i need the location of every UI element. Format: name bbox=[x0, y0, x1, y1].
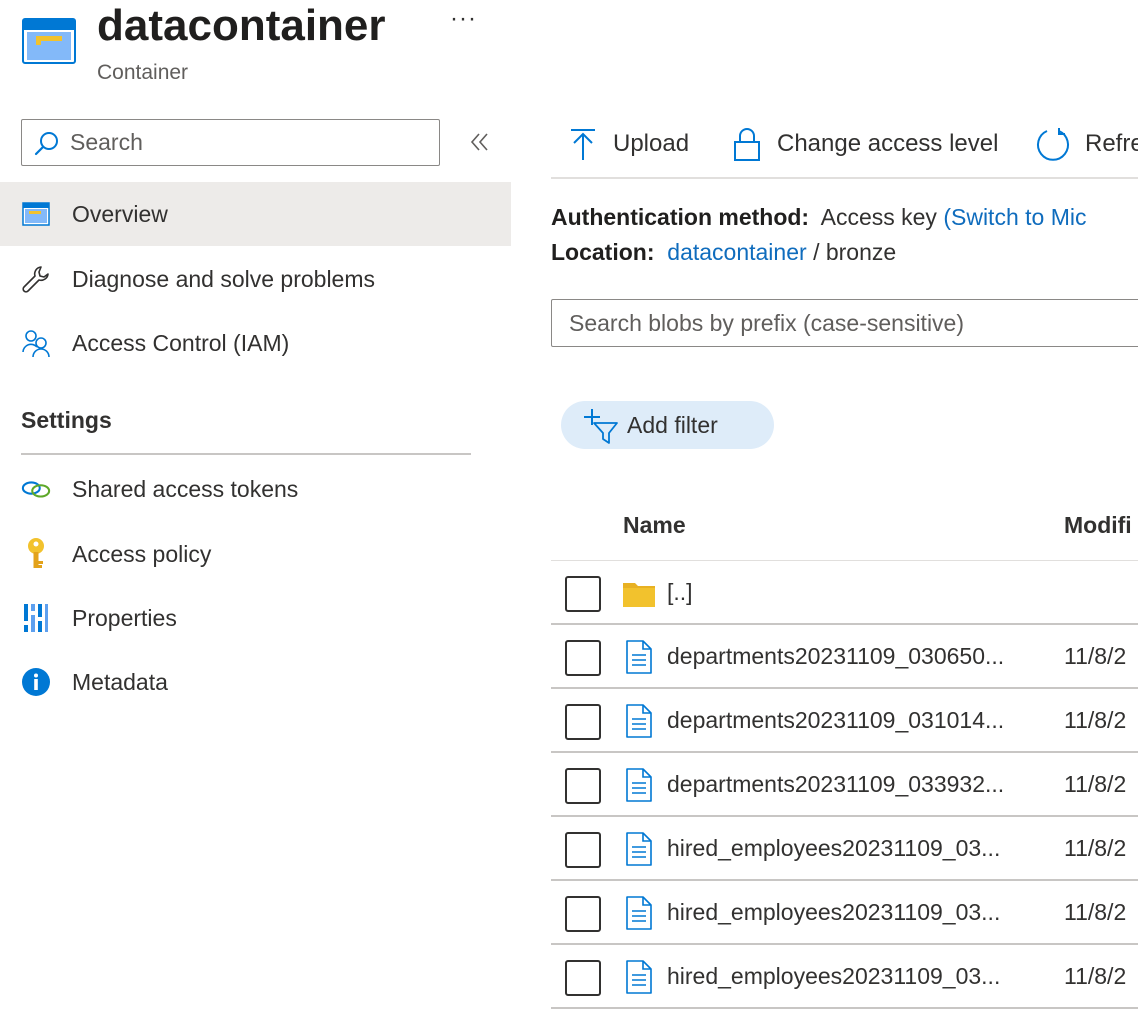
blob-name[interactable]: hired_employees20231109_03... bbox=[667, 835, 1000, 862]
refresh-icon bbox=[1037, 128, 1069, 161]
blob-modified: 11/8/2 bbox=[1064, 771, 1127, 797]
storage-container-icon bbox=[22, 18, 76, 64]
row-checkbox[interactable] bbox=[565, 640, 601, 676]
file-icon bbox=[626, 960, 652, 994]
blob-search[interactable] bbox=[551, 299, 1138, 347]
row-checkbox[interactable] bbox=[565, 768, 601, 804]
row-checkbox[interactable] bbox=[565, 704, 601, 740]
blob-modified: 11/8/2 bbox=[1064, 643, 1127, 669]
column-header-modified[interactable]: Modifi bbox=[1064, 512, 1132, 539]
blob-modified: 11/8/2 bbox=[1064, 899, 1127, 925]
file-icon bbox=[626, 768, 652, 802]
blob-modified: 11/8/2 bbox=[1064, 963, 1127, 989]
add-filter-button[interactable]: Add filter bbox=[561, 401, 774, 449]
sidebar-item-properties[interactable]: Properties bbox=[0, 586, 511, 650]
people-icon bbox=[21, 328, 51, 358]
sidebar-item-label: Shared access tokens bbox=[72, 475, 299, 502]
file-icon bbox=[626, 640, 652, 674]
sidebar-item-overview[interactable]: Overview bbox=[0, 182, 511, 246]
toolbar-divider bbox=[551, 177, 1138, 179]
location-folder: bronze bbox=[825, 239, 897, 265]
blob-modified: 11/8/2 bbox=[1064, 707, 1127, 733]
sidebar-item-label: Access Control (IAM) bbox=[72, 329, 290, 356]
row-checkbox[interactable] bbox=[565, 832, 601, 868]
location-separator: / bbox=[813, 239, 820, 265]
file-icon bbox=[626, 832, 652, 866]
row-checkbox[interactable] bbox=[565, 576, 601, 612]
auth-method-label: Authentication method: bbox=[551, 204, 810, 230]
add-filter-icon bbox=[584, 409, 618, 444]
sidebar-item-label: Metadata bbox=[72, 668, 168, 695]
info-icon bbox=[21, 667, 51, 697]
table-row[interactable]: [..] bbox=[551, 561, 1138, 625]
blob-search-input[interactable] bbox=[569, 309, 1129, 337]
upload-button[interactable]: Upload bbox=[567, 115, 689, 173]
sidebar-item-shared-access-tokens[interactable]: Shared access tokens bbox=[0, 457, 511, 521]
lock-icon bbox=[734, 128, 760, 161]
switch-auth-link[interactable]: (Switch to Mic bbox=[943, 204, 1086, 230]
blob-name[interactable]: departments20231109_033932... bbox=[667, 771, 1004, 798]
sidebar-search[interactable] bbox=[21, 119, 440, 166]
sidebar-item-label: Overview bbox=[72, 200, 168, 227]
refresh-button[interactable]: Refre bbox=[1035, 115, 1138, 173]
sidebar-item-label: Access policy bbox=[72, 540, 212, 567]
wrench-icon bbox=[21, 264, 51, 294]
folder-icon bbox=[623, 583, 655, 607]
page-subtitle: Container bbox=[97, 61, 189, 84]
row-checkbox[interactable] bbox=[565, 960, 601, 996]
sidebar-search-input[interactable] bbox=[70, 129, 410, 156]
table-row[interactable]: departments20231109_033932... 11/8/2 bbox=[551, 753, 1138, 817]
more-options-icon[interactable]: ··· bbox=[450, 4, 477, 34]
blob-name[interactable]: departments20231109_030650... bbox=[667, 643, 1004, 670]
sidebar-item-access-policy[interactable]: Access policy bbox=[0, 522, 511, 586]
table-row[interactable]: hired_employees20231109_03... 11/8/2 bbox=[551, 945, 1138, 1009]
row-checkbox[interactable] bbox=[565, 896, 601, 932]
container-overview-icon bbox=[21, 199, 51, 229]
auth-method-value: Access key bbox=[820, 204, 937, 230]
sidebar-item-label: Diagnose and solve problems bbox=[72, 265, 376, 292]
auth-method-line: Authentication method: Access key (Switc… bbox=[551, 204, 1086, 231]
table-row[interactable]: hired_employees20231109_03... 11/8/2 bbox=[551, 881, 1138, 945]
blob-name[interactable]: hired_employees20231109_03... bbox=[667, 963, 1000, 990]
blob-name[interactable]: hired_employees20231109_03... bbox=[667, 899, 1000, 926]
sidebar-item-access-control[interactable]: Access Control (IAM) bbox=[0, 311, 511, 375]
command-bar: Upload Change access level Refre bbox=[551, 115, 1138, 177]
settings-divider bbox=[21, 453, 471, 455]
blob-modified: 11/8/2 bbox=[1064, 835, 1127, 861]
blob-name[interactable]: [..] bbox=[667, 579, 693, 606]
table-row[interactable]: departments20231109_031014... 11/8/2 bbox=[551, 689, 1138, 753]
search-icon bbox=[34, 131, 58, 155]
location-label: Location: bbox=[551, 239, 655, 265]
table-row[interactable]: departments20231109_030650... 11/8/2 bbox=[551, 625, 1138, 689]
properties-bars-icon bbox=[21, 603, 51, 633]
file-icon bbox=[626, 896, 652, 930]
upload-icon bbox=[571, 129, 595, 160]
double-chevron-left-icon[interactable] bbox=[466, 128, 494, 156]
change-access-level-button[interactable]: Change access level bbox=[731, 115, 998, 173]
sidebar-item-metadata[interactable]: Metadata bbox=[0, 650, 511, 714]
sidebar-item-label: Properties bbox=[72, 604, 177, 631]
page-title: datacontainer bbox=[97, 1, 386, 50]
column-header-name[interactable]: Name bbox=[623, 512, 686, 539]
table-row[interactable]: hired_employees20231109_03... 11/8/2 bbox=[551, 817, 1138, 881]
file-icon bbox=[626, 704, 652, 738]
link-chain-icon bbox=[21, 474, 51, 504]
blob-name[interactable]: departments20231109_031014... bbox=[667, 707, 1004, 734]
sidebar-item-diagnose[interactable]: Diagnose and solve problems bbox=[0, 247, 511, 311]
key-icon bbox=[21, 538, 51, 569]
settings-heading: Settings bbox=[21, 407, 112, 433]
location-line: Location: datacontainer / bronze bbox=[551, 239, 896, 266]
location-container-link[interactable]: datacontainer bbox=[667, 239, 806, 265]
